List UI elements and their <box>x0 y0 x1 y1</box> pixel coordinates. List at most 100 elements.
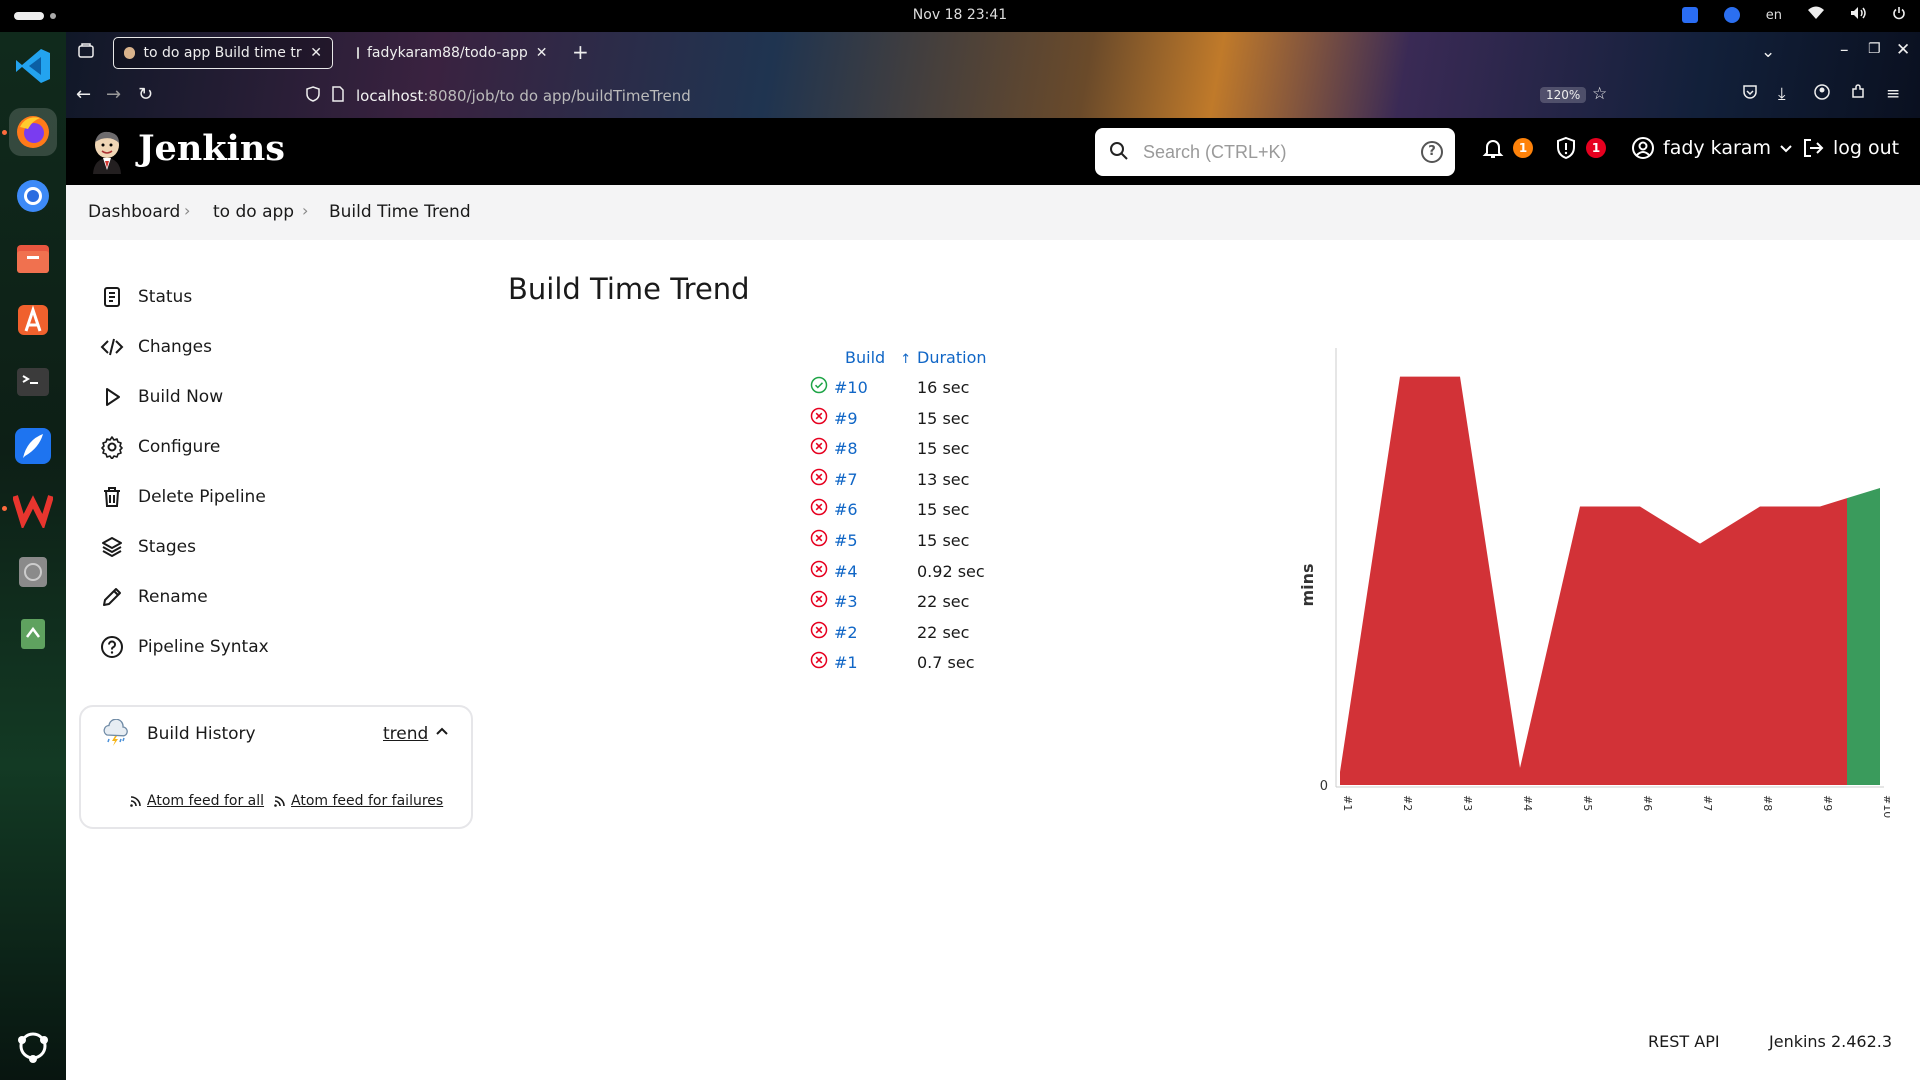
chevron-down-icon <box>1780 145 1792 153</box>
volume-icon[interactable] <box>1850 6 1866 24</box>
vscode-icon[interactable] <box>9 42 57 90</box>
help-icon <box>101 636 123 658</box>
sidebar-item-rename[interactable]: Rename <box>100 582 208 612</box>
chromium-icon[interactable] <box>9 172 57 220</box>
url-host: localhost <box>356 87 424 105</box>
wifi-icon[interactable] <box>1808 6 1824 24</box>
bookmark-star-icon[interactable]: ☆ <box>1592 84 1607 104</box>
extensions-icon[interactable] <box>1850 84 1866 105</box>
disk-icon[interactable] <box>9 548 57 596</box>
failure-area[interactable] <box>1340 376 1847 785</box>
breadcrumb-job[interactable]: to do app <box>213 202 294 222</box>
failure-status-icon <box>810 498 828 516</box>
tab-github[interactable]: fadykaram88/todo-app ✕ <box>347 37 557 69</box>
build-link[interactable]: #1 <box>834 653 858 672</box>
input-language[interactable]: en <box>1766 8 1782 23</box>
build-link[interactable]: #9 <box>834 409 858 428</box>
build-link[interactable]: #4 <box>834 562 858 581</box>
breadcrumb-current[interactable]: Build Time Trend <box>329 202 471 222</box>
close-tab-icon[interactable]: ✕ <box>310 45 322 61</box>
tab-jenkins[interactable]: to do app Build time tre ✕ <box>113 37 333 69</box>
user-name: fady karam <box>1663 137 1771 159</box>
y-axis-label: mins <box>1298 563 1317 606</box>
notifications-button[interactable]: 1 <box>1481 136 1533 160</box>
sidebar-item-pipeline-syntax[interactable]: Pipeline Syntax <box>100 632 269 662</box>
column-header-duration[interactable]: Duration <box>917 348 987 367</box>
logout-button[interactable]: log out <box>1801 136 1899 160</box>
jenkins-brand[interactable]: Jenkins <box>138 128 285 169</box>
navigation-bar: ← → ↻ localhost:8080/job/to do app/build… <box>66 74 1920 118</box>
firefox-icon[interactable] <box>9 108 57 156</box>
build-history-card: Build History trend Atom feed for all At… <box>79 705 473 829</box>
build-link[interactable]: #10 <box>834 378 868 397</box>
new-tab-icon[interactable]: + <box>572 40 589 64</box>
build-link[interactable]: #6 <box>834 500 858 519</box>
atom-feed-all-link[interactable]: Atom feed for all <box>129 793 264 809</box>
close-tab-icon[interactable]: ✕ <box>536 45 548 61</box>
tab-strip: to do app Build time tre ✕ fadykaram88/t… <box>66 32 1920 74</box>
sidebar-item-delete-pipeline[interactable]: Delete Pipeline <box>100 482 266 512</box>
chevron-right-icon: › <box>302 201 309 220</box>
back-icon[interactable]: ← <box>76 84 91 105</box>
list-tabs-icon[interactable]: ⌄ <box>1761 42 1775 62</box>
zoom-level[interactable]: 120% <box>1540 87 1587 103</box>
sidebar-item-status[interactable]: Status <box>100 282 192 312</box>
wps-office-icon[interactable] <box>9 484 57 532</box>
atom-feed-failures-link[interactable]: Atom feed for failures <box>273 793 443 809</box>
build-link[interactable]: #8 <box>834 439 858 458</box>
build-link[interactable]: #3 <box>834 592 858 611</box>
user-menu[interactable]: fady karam <box>1631 136 1793 160</box>
menu-icon[interactable]: ≡ <box>1886 84 1900 104</box>
build-link[interactable]: #2 <box>834 623 858 642</box>
trend-link[interactable]: trend <box>383 724 428 744</box>
pocket-icon[interactable] <box>1742 84 1758 105</box>
feather-tray-icon[interactable] <box>1681 7 1698 23</box>
jenkins-logo-icon[interactable] <box>88 130 126 174</box>
files-icon[interactable] <box>9 234 57 282</box>
search-input[interactable] <box>1143 136 1413 168</box>
restore-icon[interactable]: ❐ <box>1868 41 1881 57</box>
user-icon <box>1632 137 1654 159</box>
account-icon[interactable] <box>1814 84 1830 105</box>
downloads-icon[interactable]: ⤓ <box>1778 84 1786 104</box>
pencil-icon <box>103 588 121 606</box>
show-apps-icon[interactable] <box>9 1022 57 1070</box>
page-title: Build Time Trend <box>508 272 750 306</box>
system-tray: en <box>1681 6 1906 24</box>
security-button[interactable]: 1 <box>1554 136 1606 160</box>
zoom-tray-icon[interactable] <box>1723 7 1740 23</box>
terminal-icon[interactable] <box>9 358 57 406</box>
build-duration: 16 sec <box>917 378 970 397</box>
sidebar-item-changes[interactable]: Changes <box>100 332 212 362</box>
failure-status-icon <box>810 560 828 578</box>
forward-icon[interactable]: → <box>106 84 121 105</box>
system-clock[interactable]: Nov 18 23:41 <box>0 7 1920 23</box>
chevron-up-icon[interactable] <box>435 723 449 742</box>
build-time-chart: mins 0 #1 #2 #3 #4 #5 #6 #7 #8 #9 #10 <box>1298 348 1890 818</box>
build-link[interactable]: #7 <box>834 470 858 489</box>
jenkins-version[interactable]: Jenkins 2.462.3 <box>1769 1032 1892 1051</box>
x-tick-label: #4 <box>1521 795 1534 811</box>
power-icon[interactable] <box>1892 6 1906 24</box>
trash-dock-icon[interactable] <box>9 610 57 658</box>
close-window-icon[interactable]: ✕ <box>1896 40 1910 60</box>
sidebar-item-configure[interactable]: Configure <box>100 432 220 462</box>
minimize-icon[interactable]: – <box>1840 40 1849 60</box>
tab-overview-icon[interactable] <box>78 43 94 64</box>
rest-api-link[interactable]: REST API <box>1648 1032 1720 1051</box>
tracking-shield-icon[interactable] <box>306 86 320 107</box>
reload-icon[interactable]: ↻ <box>138 84 153 105</box>
search-help-icon[interactable]: ? <box>1421 141 1443 163</box>
failure-status-icon <box>810 590 828 608</box>
failure-status-icon <box>810 407 828 425</box>
notifications-count-badge: 1 <box>1513 138 1533 158</box>
address-bar[interactable]: localhost:8080/job/to do app/buildTimeTr… <box>356 87 691 105</box>
sidebar-item-stages[interactable]: Stages <box>100 532 196 562</box>
success-area[interactable] <box>1847 487 1880 785</box>
app-center-icon[interactable] <box>9 296 57 344</box>
build-link[interactable]: #5 <box>834 531 858 550</box>
column-header-build[interactable]: Build ↑ <box>845 348 911 367</box>
feather-app-icon[interactable] <box>9 422 57 470</box>
breadcrumb-dashboard[interactable]: Dashboard <box>88 202 180 222</box>
sidebar-item-build-now[interactable]: Build Now <box>100 382 223 412</box>
